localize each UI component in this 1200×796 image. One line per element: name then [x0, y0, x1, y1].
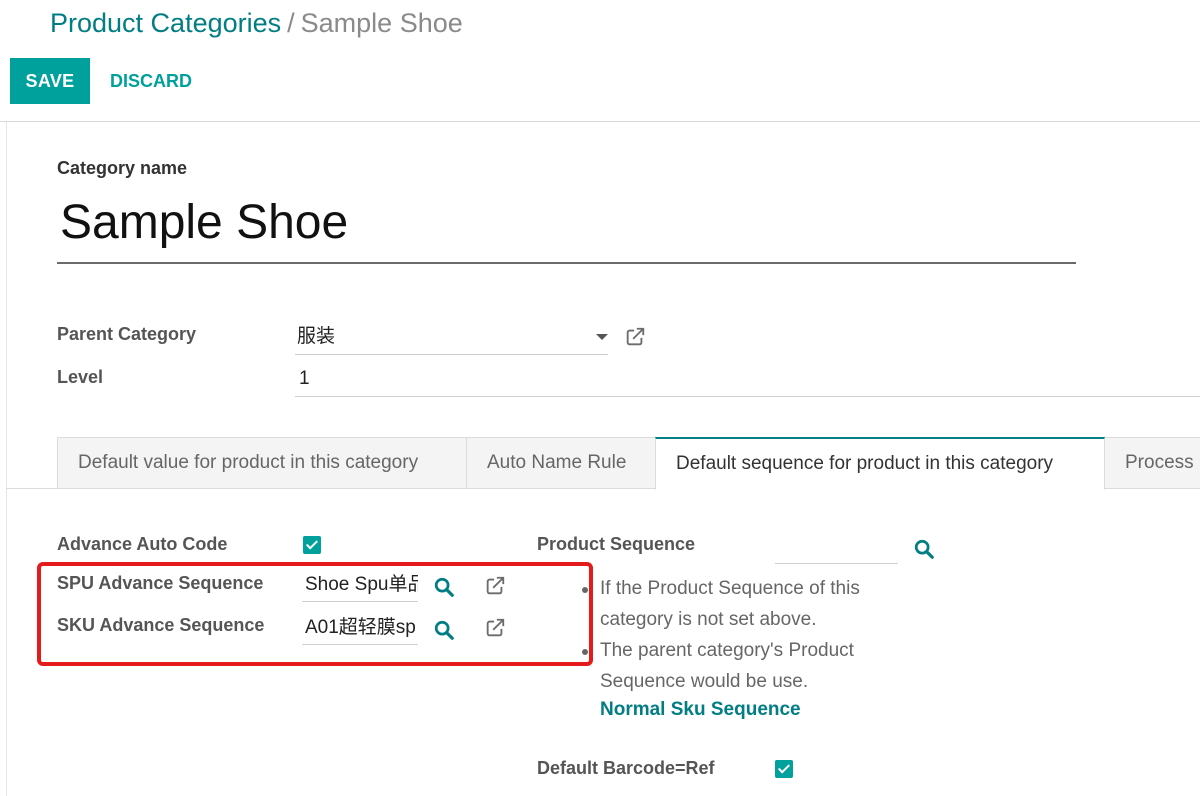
sku-advance-sequence-label: SKU Advance Sequence — [57, 615, 265, 635]
breadcrumb-separator: / — [287, 8, 295, 38]
parent-category-label: Parent Category — [57, 324, 197, 344]
tab-default-sequence[interactable]: Default sequence for product in this cat… — [655, 437, 1105, 490]
spu-external-link-icon[interactable] — [484, 575, 506, 597]
parent-category-value: 服装 — [297, 326, 336, 347]
product-sequence-input[interactable] — [775, 530, 898, 564]
discard-button[interactable]: DISCARD — [110, 58, 192, 104]
help-item: If the Product Sequence of this category… — [582, 573, 902, 635]
level-label: Level — [57, 367, 104, 387]
sku-advance-sequence-value: A01超轻膜sp — [305, 617, 416, 638]
breadcrumb-parent-link[interactable]: Product Categories — [50, 8, 281, 38]
tab-auto-name-rule[interactable]: Auto Name Rule — [466, 437, 656, 489]
category-name-input[interactable]: Sample Shoe — [57, 190, 1076, 264]
product-sequence-search-icon[interactable] — [913, 538, 935, 560]
tab-default-value[interactable]: Default value for product in this catego… — [57, 437, 467, 489]
breadcrumb-current: Sample Shoe — [300, 8, 463, 38]
default-barcode-label: Default Barcode=Ref — [537, 758, 715, 778]
level-input[interactable]: 1 — [295, 362, 1200, 397]
product-sequence-help: If the Product Sequence of this category… — [582, 573, 902, 697]
spu-advance-sequence-input[interactable]: Shoe Spu单品 — [302, 568, 418, 602]
normal-sku-sequence-link[interactable]: Normal Sku Sequence — [600, 699, 801, 721]
product-sequence-label: Product Sequence — [537, 534, 696, 554]
level-value: 1 — [299, 368, 310, 389]
tab-process[interactable]: Process — [1104, 437, 1200, 489]
spu-advance-sequence-value: Shoe Spu单品 — [305, 574, 418, 595]
sheet-border — [6, 122, 7, 796]
sku-advance-sequence-input[interactable]: A01超轻膜sp — [302, 611, 418, 645]
sku-search-icon[interactable] — [433, 619, 455, 641]
help-item: The parent category's Product Sequence w… — [582, 635, 902, 697]
chevron-down-icon[interactable] — [596, 334, 608, 340]
advance-auto-code-checkbox[interactable] — [303, 536, 321, 554]
save-button[interactable]: SAVE — [10, 58, 90, 104]
breadcrumb: Product Categories / Sample Shoe — [50, 8, 463, 39]
spu-search-icon[interactable] — [433, 576, 455, 598]
sku-external-link-icon[interactable] — [484, 617, 506, 639]
category-name-label: Category name — [57, 158, 188, 178]
external-link-icon[interactable] — [624, 326, 646, 348]
spu-advance-sequence-label: SPU Advance Sequence — [57, 573, 264, 593]
advance-auto-code-label: Advance Auto Code — [57, 534, 228, 554]
parent-category-select[interactable]: 服装 — [295, 320, 608, 355]
control-panel-divider — [0, 121, 1200, 122]
default-barcode-checkbox[interactable] — [775, 760, 793, 778]
